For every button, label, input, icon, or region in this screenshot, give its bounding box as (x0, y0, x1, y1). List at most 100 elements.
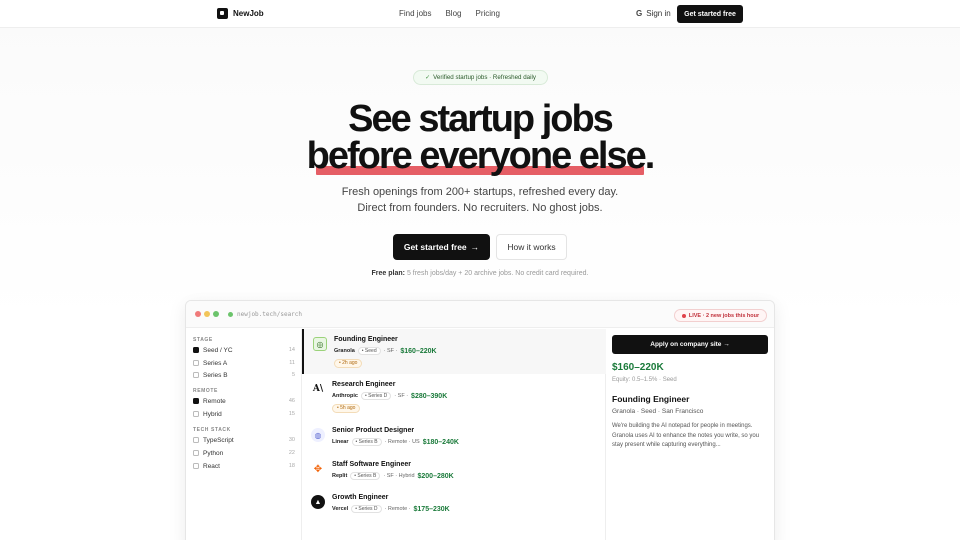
filter-label: React (203, 462, 220, 470)
check-icon: ✓ (425, 75, 431, 81)
job-meta: Granola • Seed · SF · $160–220K (334, 347, 437, 355)
job-location: · SF · (394, 393, 409, 399)
job-stage: • Series D (351, 505, 382, 513)
job-card-anthropic[interactable]: A\ Research Engineer Anthropic • Series … (302, 374, 606, 419)
nav-get-started-button[interactable]: Get started free (677, 5, 743, 23)
headline-line-1: See startup jobs (348, 98, 614, 140)
checkbox-icon (193, 450, 199, 456)
filter-series-a[interactable]: Series A 11 (193, 358, 295, 368)
job-meta: Replit • Series B · SF · Hybrid $200–280… (332, 472, 454, 480)
checkbox-checked-icon (193, 347, 199, 353)
minimize-dot-icon (204, 311, 210, 317)
job-company: Anthropic (332, 393, 358, 399)
detail-company: Granola · Seed · San Francisco (612, 408, 704, 415)
filter-seed-yc[interactable]: Seed / YC 14 (193, 345, 295, 355)
verified-badge: ✓ Verified startup jobs · Refreshed dail… (413, 70, 548, 85)
filter-label: Series B (203, 371, 228, 379)
job-list: ◎ Founding Engineer Granola • Seed · SF … (302, 329, 606, 540)
filter-count: 15 (288, 411, 295, 417)
headline-line-2-text: before everyone else. (306, 135, 656, 177)
posted-ago-badge: • 2h ago (334, 359, 363, 368)
job-meta: Anthropic • Series D · SF · $280–390K (332, 392, 447, 400)
job-stage: • Seed (357, 347, 381, 355)
job-company: Vercel (332, 506, 349, 512)
job-title: Founding Engineer (334, 336, 398, 343)
job-location: · Remote · (384, 506, 411, 512)
checkbox-icon (193, 360, 199, 366)
checkbox-icon (193, 411, 199, 417)
app-preview-window: newjob.tech/search LIVE · 2 new jobs thi… (185, 300, 775, 540)
free-plan-text: 5 fresh jobs/day + 20 archive jobs. No c… (406, 270, 589, 277)
job-company: Granola (334, 348, 355, 354)
linear-logo-icon: ◍ (311, 428, 325, 442)
get-started-button[interactable]: Get started free → (393, 234, 490, 260)
replit-logo-icon: ✥ (313, 463, 323, 475)
job-stage: • Series D (360, 392, 392, 400)
logo-icon (217, 8, 228, 19)
filter-count: 30 (288, 437, 295, 443)
filter-count: 18 (288, 463, 295, 469)
checkbox-icon (193, 463, 199, 469)
sign-in-link[interactable]: G Sign in (636, 9, 671, 18)
filter-group-remote-title: REMOTE (193, 388, 218, 394)
subheadline-2: Direct from founders. No recruiters. No … (357, 202, 603, 214)
job-location: · SF · (383, 348, 398, 354)
nav-link-find-jobs[interactable]: Find jobs (399, 9, 431, 18)
job-salary: $175–230K (413, 505, 450, 513)
brand-name: NewJob (233, 9, 264, 18)
free-plan-label: Free plan: (371, 270, 405, 277)
nav-links: Find jobs Blog Pricing (399, 9, 500, 18)
job-title: Growth Engineer (332, 494, 389, 501)
filter-hybrid[interactable]: Hybrid 15 (193, 409, 295, 419)
maximize-dot-icon (213, 311, 219, 317)
anthropic-logo-icon: A\ (312, 384, 324, 394)
get-started-label: Get started free (403, 242, 467, 252)
job-title: Senior Product Designer (332, 427, 415, 434)
filter-count: 11 (289, 360, 295, 366)
job-stage: • Series B (351, 438, 382, 446)
job-location: · SF · Hybrid (383, 473, 415, 479)
job-company: Replit (332, 473, 348, 479)
job-company: Linear (332, 439, 349, 445)
job-title: Research Engineer (332, 381, 396, 388)
filter-count: 14 (288, 347, 295, 353)
how-it-works-button[interactable]: How it works (496, 234, 567, 260)
url-text: newjob.tech/search (237, 310, 303, 318)
job-salary: $200–280K (417, 472, 454, 480)
filter-count: 22 (288, 450, 295, 456)
job-salary: $280–390K (411, 392, 448, 400)
filter-sidebar: STAGE Seed / YC 14 Series A 11 Series B … (186, 329, 302, 540)
filter-group-stage-title: STAGE (193, 337, 213, 343)
headline-line-2: before everyone else. (0, 137, 960, 175)
google-icon: G (636, 9, 643, 18)
filter-label: Hybrid (203, 410, 222, 418)
filter-label: Remote (203, 397, 226, 405)
job-title: Staff Software Engineer (332, 461, 411, 468)
filter-python[interactable]: Python 22 (193, 448, 295, 458)
nav-link-pricing[interactable]: Pricing (475, 9, 499, 18)
apply-button[interactable]: Apply on company site → (612, 335, 768, 354)
granola-logo-icon: ◎ (313, 337, 327, 351)
filter-label: Series A (203, 359, 228, 367)
badge-text: Verified startup jobs · Refreshed daily (433, 74, 536, 81)
filter-group-tech-title: TECH STACK (193, 427, 231, 433)
brand-logo[interactable]: NewJob (217, 8, 264, 19)
filter-label: TypeScript (203, 436, 234, 444)
filter-remote[interactable]: Remote 46 (193, 396, 295, 406)
job-detail-panel: Apply on company site → $160–220K Equity… (606, 329, 774, 540)
job-stage: • Series B (350, 472, 381, 480)
subheadline-1: Fresh openings from 200+ startups, refre… (341, 186, 619, 198)
checkbox-icon (193, 372, 199, 378)
nav-link-blog[interactable]: Blog (445, 9, 461, 18)
filter-series-b[interactable]: Series B 5 (193, 370, 295, 380)
job-card-granola[interactable]: ◎ Founding Engineer Granola • Seed · SF … (302, 329, 606, 374)
filter-react[interactable]: React 18 (193, 461, 295, 471)
checkbox-icon (193, 437, 199, 443)
job-card-vercel[interactable]: ▲ Growth Engineer Vercel • Series D · Re… (302, 487, 606, 532)
checkbox-checked-icon (193, 398, 199, 404)
filter-label: Seed / YC (203, 346, 233, 354)
filter-label: Python (203, 449, 224, 457)
live-dot-icon (681, 313, 686, 318)
filter-typescript[interactable]: TypeScript 30 (193, 435, 295, 445)
posted-ago-badge: • 5h ago (332, 404, 361, 413)
